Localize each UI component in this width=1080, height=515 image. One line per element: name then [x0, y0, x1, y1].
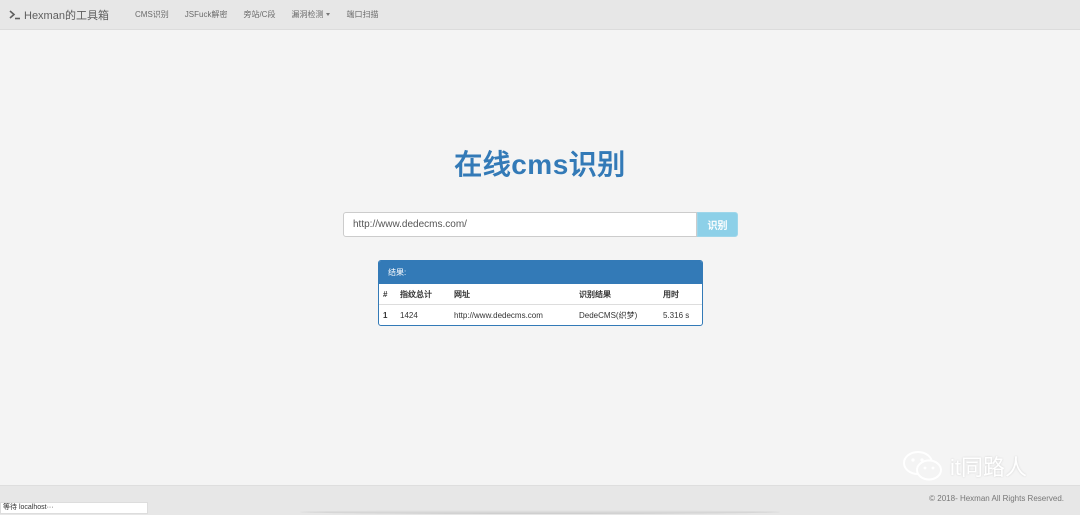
page-title: 在线cms识别 — [454, 149, 626, 180]
nav-label: 端口扫描 — [346, 10, 379, 19]
nav-label: JSFuck解密 — [184, 10, 228, 19]
table-header-row: # 指纹总计 网址 识别结果 用时 — [379, 284, 702, 305]
nav-label: 漏洞检测 — [291, 10, 324, 19]
results-heading: 结果: — [379, 261, 702, 284]
status-bar: 等待 localhost··· — [0, 502, 148, 514]
terminal-icon — [9, 9, 20, 19]
nav-label: CMS识别 — [135, 10, 169, 19]
results-panel: 结果: # 指纹总计 网址 识别结果 用时 1 1424 http://www.… — [378, 260, 703, 326]
nav-jsfuck-decode[interactable]: JSFuck解密 — [185, 9, 228, 20]
nav-label: 旁站/C段 — [243, 10, 276, 19]
col-fingerprints: 指纹总计 — [400, 284, 454, 305]
col-time: 用时 — [663, 284, 702, 305]
watermark: it同路人 — [902, 449, 1027, 483]
results-table: # 指纹总计 网址 识别结果 用时 1 1424 http://www.dede… — [379, 284, 702, 325]
nav-vuln-detect-dropdown[interactable]: 漏洞检测 — [291, 9, 331, 20]
nav-side-site[interactable]: 旁站/C段 — [243, 9, 275, 20]
cell-url: http://www.dedecms.com — [454, 310, 543, 320]
cell-fingerprints: 1424 — [400, 310, 418, 320]
cell-index: 1 — [383, 310, 388, 320]
identify-button[interactable]: 识别 — [697, 212, 738, 237]
url-input[interactable] — [343, 212, 697, 237]
brand-label: Hexman的工具箱 — [24, 9, 109, 22]
divider — [300, 510, 780, 514]
navbar: Hexman的工具箱 CMS识别 JSFuck解密 旁站/C段 漏洞检测 端口扫… — [0, 0, 1080, 30]
table-row: 1 1424 http://www.dedecms.com DedeCMS(织梦… — [379, 305, 702, 326]
col-index: # — [379, 284, 400, 305]
nav-cms-identify[interactable]: CMS识别 — [135, 9, 169, 20]
wechat-icon — [903, 451, 942, 481]
brand-link[interactable]: Hexman的工具箱 — [9, 7, 126, 23]
col-result: 识别结果 — [579, 284, 663, 305]
cell-time: 5.316 s — [663, 310, 690, 320]
copyright-text: © 2018- Hexman All Rights Reserved. — [929, 494, 1064, 503]
watermark-label: it同路人 — [950, 455, 1028, 480]
caret-down-icon — [326, 13, 331, 16]
col-url: 网址 — [454, 284, 579, 305]
nav-port-scan[interactable]: 端口扫描 — [346, 9, 378, 20]
cell-result: DedeCMS(织梦) — [579, 310, 638, 320]
